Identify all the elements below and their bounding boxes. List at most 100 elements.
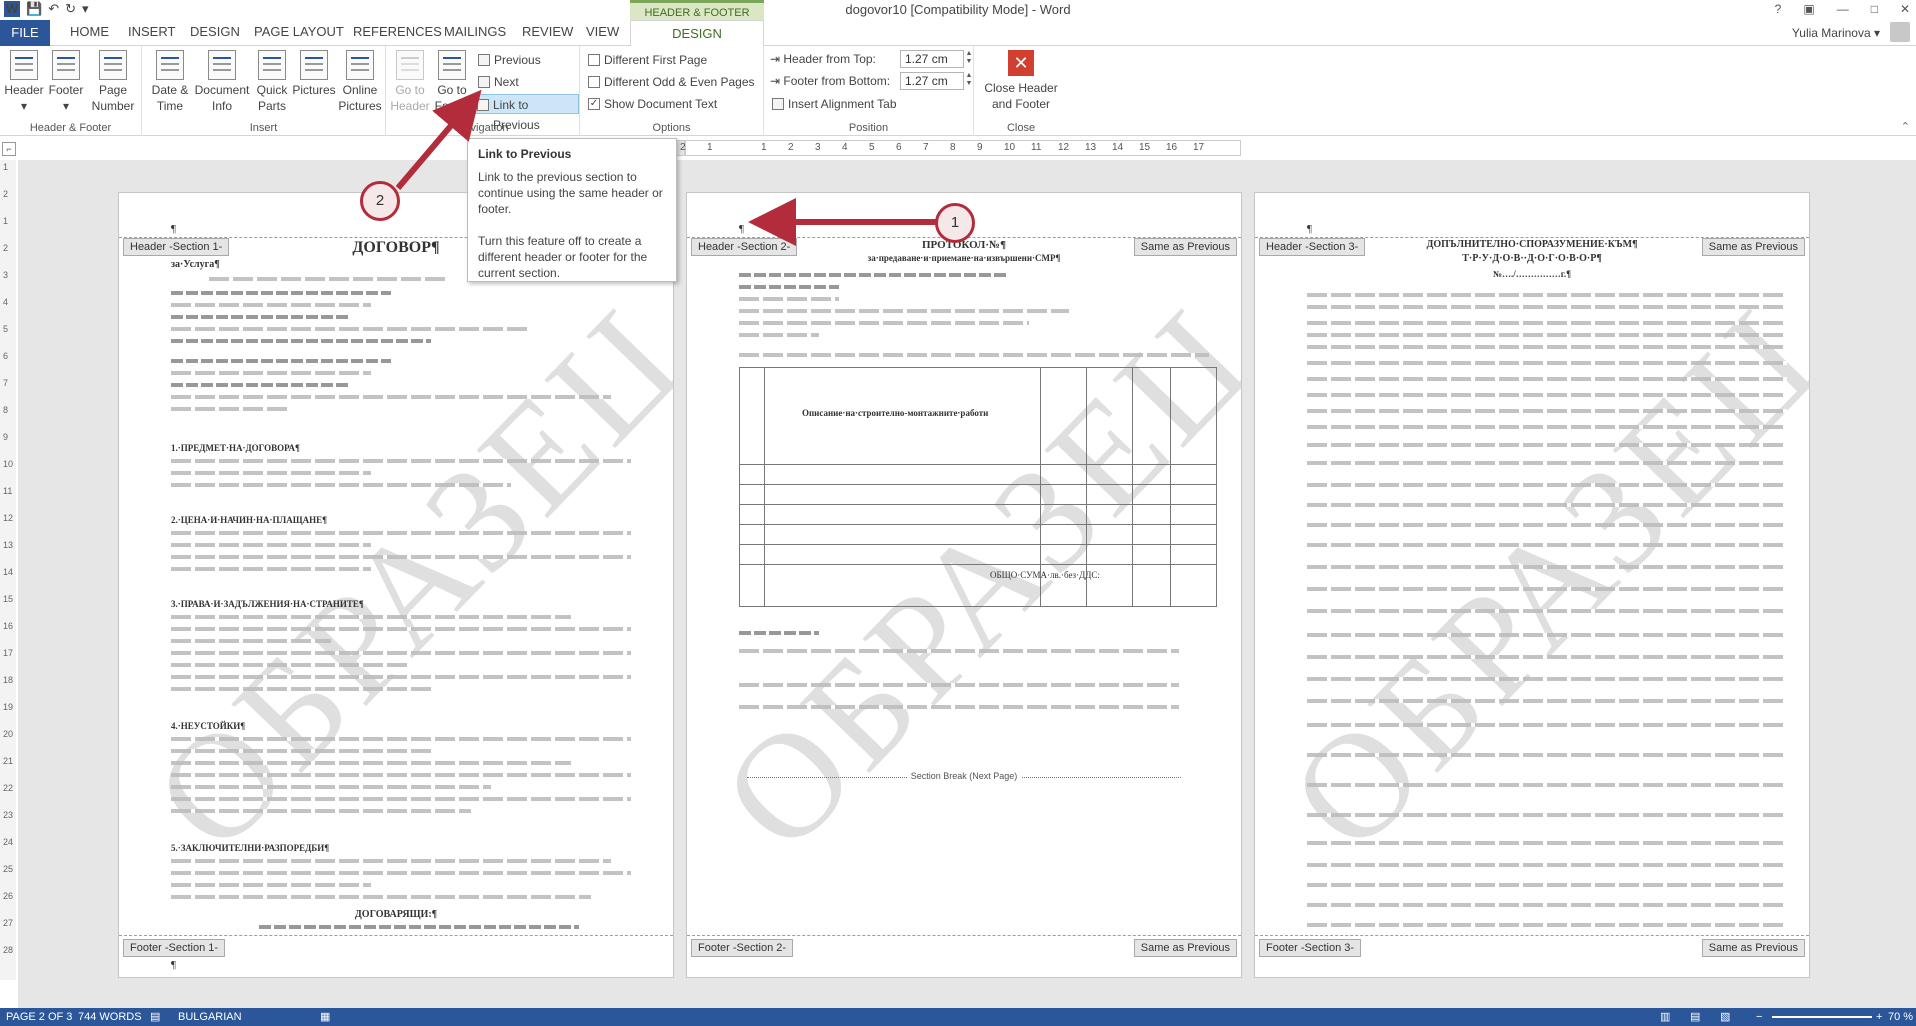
different-first-page-checkbox[interactable]: Different First Page: [586, 50, 707, 70]
online-pictures-button[interactable]: Online Pictures: [336, 50, 384, 114]
document-info-button[interactable]: Document Info: [194, 50, 250, 114]
insert-alignment-tab-button[interactable]: Insert Alignment Tab: [770, 94, 897, 114]
horizontal-ruler[interactable]: 2 1 1 2 3 4 5 6 7 8 9 10 11 12 13 14 15 16 17: [680, 140, 1241, 156]
tab-review[interactable]: REVIEW: [522, 24, 573, 39]
language[interactable]: BULGARIAN: [178, 1008, 242, 1026]
go-to-header-button[interactable]: Go to Header: [388, 50, 432, 114]
proofing-icon[interactable]: ▤: [150, 1008, 160, 1026]
print-layout-icon[interactable]: ▤: [1690, 1008, 1700, 1026]
group-label: Close: [1006, 122, 1036, 134]
page-number-button[interactable]: Page Number: [88, 50, 138, 114]
page-count[interactable]: PAGE 2 OF 3: [6, 1008, 72, 1026]
ruler-tick-label: 25: [3, 864, 14, 874]
ruler-tick-label: 7: [3, 378, 9, 388]
previous-button[interactable]: Previous: [476, 50, 541, 70]
ruler-tick-label: 16: [1166, 142, 1178, 153]
tab-mailings[interactable]: MAILINGS: [444, 24, 506, 39]
ruler-tick-label: 5: [3, 324, 9, 334]
section-break: Section Break (Next Page): [747, 771, 1181, 788]
minimize-button[interactable]: —: [1837, 2, 1849, 16]
ruler-tick-label: 1: [761, 142, 767, 153]
next-icon: [478, 76, 490, 88]
group-label: Position: [848, 122, 889, 134]
read-mode-icon[interactable]: ▥: [1660, 1008, 1670, 1026]
page-number-icon: [99, 50, 127, 80]
show-document-text-checkbox[interactable]: ✓ Show Document Text: [586, 94, 717, 114]
online-pictures-icon: [346, 50, 374, 80]
group-close: ✕ Close Header and Footer Close: [974, 46, 1068, 136]
alignment-tab-icon: [772, 98, 784, 110]
ruler-tick-label: 12: [1058, 142, 1070, 153]
go-to-footer-button[interactable]: Go to Footer: [430, 50, 474, 114]
footer-section-tag: Footer -Section 2-: [691, 939, 794, 957]
ribbon: Header ▾ Footer ▾ Page Number Header & Foo…: [0, 46, 1916, 136]
tab-home[interactable]: HOME: [70, 24, 109, 39]
tab-header-footer-design[interactable]: DESIGN: [630, 20, 764, 47]
calendar-icon: [156, 50, 184, 80]
total-label: ОБЩО·СУМА·лв.·без·ДДС:: [990, 570, 1100, 580]
footer-button[interactable]: Footer ▾: [44, 50, 88, 114]
zoom-slider[interactable]: [1772, 1016, 1872, 1018]
next-button[interactable]: Next: [476, 72, 519, 92]
group-navigation: Go to Header Go to Footer Previous Next …: [386, 46, 580, 136]
table-header-cell: Описание·на·строително-монтажните·работи: [802, 408, 989, 418]
header-button[interactable]: Header ▾: [2, 50, 46, 114]
document-number: №…./……………г.¶: [1493, 269, 1571, 279]
ruler-tick-label: 11: [3, 486, 13, 496]
zoom-level[interactable]: 70 %: [1888, 1008, 1913, 1026]
date-time-button[interactable]: Date & Time: [148, 50, 192, 114]
restore-button[interactable]: □: [1871, 2, 1878, 16]
ruler-tick-label: 21: [3, 756, 14, 766]
web-layout-icon[interactable]: ▧: [1720, 1008, 1730, 1026]
ruler-tick-label: 4: [842, 142, 848, 153]
close-window-button[interactable]: ✕: [1900, 2, 1910, 16]
zoom-in-icon[interactable]: +: [1876, 1008, 1882, 1026]
ribbon-display-options-button[interactable]: ▣: [1803, 2, 1814, 16]
go-to-header-icon: [396, 50, 424, 80]
ruler-tick-label: 2: [680, 142, 686, 153]
group-options: Different First Page Different Odd & Eve…: [580, 46, 764, 136]
macro-icon[interactable]: ▦: [320, 1008, 330, 1026]
footer-from-bottom-input[interactable]: [900, 72, 964, 90]
ruler-tick-label: 15: [1139, 142, 1151, 153]
header-icon: [10, 50, 38, 80]
ruler-tick-label: 23: [3, 810, 14, 820]
footer-icon: [52, 50, 80, 80]
paragraph-mark: ¶: [171, 223, 176, 235]
user-account[interactable]: Yulia Marinova ▾: [1792, 26, 1880, 40]
tab-design[interactable]: DESIGN: [190, 24, 240, 39]
tab-references[interactable]: REFERENCES: [353, 24, 442, 39]
ruler-tick-label: 16: [3, 621, 14, 631]
ruler-tick-label: 13: [1085, 142, 1097, 153]
document-subheading: за·Услуга¶: [171, 259, 220, 270]
page-3[interactable]: ОБРАЗЕЦ ¶ Header -Section 3- Same as Pre…: [1254, 192, 1810, 978]
tab-page-layout[interactable]: PAGE LAYOUT: [254, 24, 344, 39]
ruler-tick-label: 14: [1112, 142, 1124, 153]
word-count[interactable]: 744 WORDS: [78, 1008, 142, 1026]
vertical-ruler[interactable]: 1 2 1 2 3 4 5 6 7 8 9 10 11 12 13 14 15 16 17 18 19 20 21 22 23 2…: [0, 160, 16, 980]
close-header-footer-button[interactable]: ✕ Close Header and Footer: [978, 50, 1064, 112]
tab-selector[interactable]: ⌐: [2, 142, 16, 156]
document-info-icon: [208, 50, 236, 80]
tab-file[interactable]: FILE: [0, 20, 50, 46]
different-odd-even-checkbox[interactable]: Different Odd & Even Pages: [586, 72, 755, 92]
tab-insert[interactable]: INSERT: [128, 24, 175, 39]
window-controls: ? ▣ — □ ✕: [1775, 2, 1910, 16]
page-2[interactable]: ОБРАЗЕЦ ¶ Header -Section 2- Same as Pre…: [686, 192, 1242, 978]
ruler-tick-label: 2: [788, 142, 794, 153]
header-from-top-input[interactable]: [900, 50, 964, 68]
pictures-button[interactable]: Pictures: [288, 50, 340, 98]
collapse-ribbon-icon[interactable]: ⌃: [1901, 120, 1910, 133]
tab-view[interactable]: VIEW: [586, 24, 619, 39]
ruler-tick-label: 15: [3, 594, 14, 604]
link-to-previous-button[interactable]: Link to Previous: [474, 94, 579, 132]
works-table[interactable]: Описание·на·строително-монтажните·работи…: [739, 367, 1217, 607]
header-from-top-spinner[interactable]: ▲ ▼: [964, 50, 974, 68]
help-button[interactable]: ?: [1775, 2, 1782, 16]
footer-from-bottom-spinner[interactable]: ▲ ▼: [964, 72, 974, 90]
zoom-out-icon[interactable]: −: [1756, 1008, 1762, 1026]
avatar[interactable]: [1890, 22, 1910, 42]
ruler-tick-label: 2: [3, 243, 9, 253]
ruler-tick-label: 1: [3, 162, 9, 172]
page-1[interactable]: ОБРАЗЕЦ ¶ Header -Section 1- ДОГОВОР¶ за…: [118, 192, 674, 978]
